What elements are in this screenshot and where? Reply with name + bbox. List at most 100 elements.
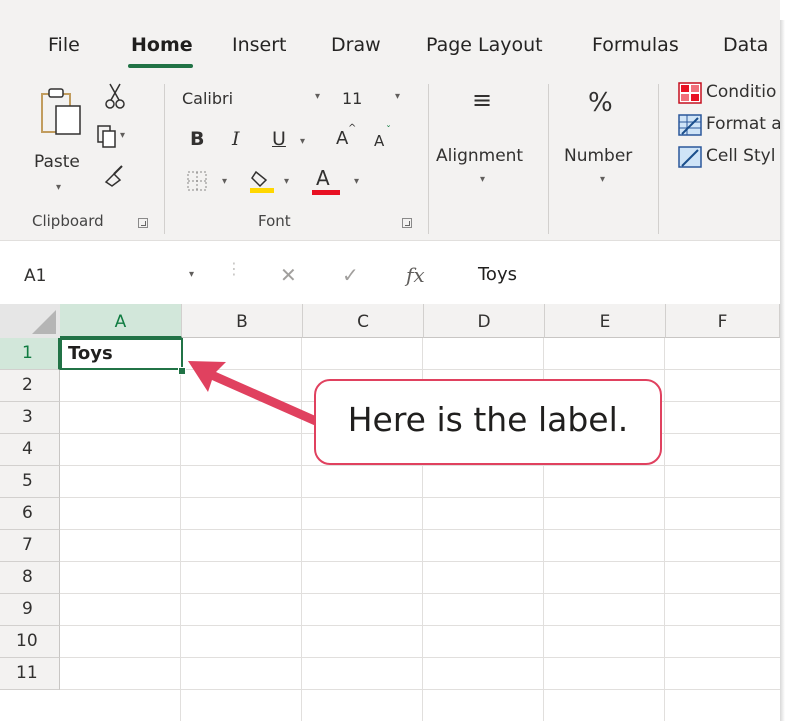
formula-input[interactable]: Toys [460, 255, 780, 291]
paste-icon [41, 88, 81, 135]
row-header-6[interactable]: 6 [0, 498, 60, 530]
font-size-select[interactable]: 11 ▾ [334, 86, 406, 112]
paste-label: Paste [34, 152, 80, 172]
fill-color-icon[interactable] [248, 166, 276, 194]
row-header-9[interactable]: 9 [0, 594, 60, 626]
underline-dropdown-icon[interactable]: ▾ [300, 136, 305, 147]
cut-icon[interactable] [104, 82, 126, 110]
tab-file[interactable]: File [48, 34, 80, 56]
cell-styles-label: Cell Styl [706, 146, 776, 166]
column-header-c[interactable]: C [303, 304, 424, 338]
format-as-table-label: Format a [706, 114, 780, 134]
bold-button[interactable]: B [190, 130, 204, 149]
tab-draw[interactable]: Draw [331, 34, 381, 56]
font-color-letter: A [316, 166, 330, 190]
chevron-down-icon: ▾ [600, 174, 606, 185]
column-header-b[interactable]: B [182, 304, 303, 338]
alignment-icon: ≡ [472, 86, 493, 114]
font-family-select[interactable]: Calibri ▾ [178, 86, 326, 112]
active-cell-a1[interactable]: Toys [60, 338, 183, 370]
conditional-formatting-label: Conditio [706, 82, 777, 102]
alignment-button[interactable]: ≡ Alignment ▾ [436, 80, 536, 195]
group-separator [658, 84, 659, 234]
cell-styles-button[interactable]: Cell Styl [678, 144, 780, 170]
format-as-table-button[interactable]: Format a [678, 112, 780, 138]
callout-box: Here is the label. [314, 379, 662, 465]
conditional-formatting-button[interactable]: Conditio [678, 80, 780, 106]
shrink-caret-icon: ˇ [386, 125, 391, 136]
excel-window: File Home Insert Draw Page Layout Formul… [0, 0, 780, 721]
group-separator [548, 84, 549, 234]
row-header-7[interactable]: 7 [0, 530, 60, 562]
row-header-3[interactable]: 3 [0, 402, 60, 434]
font-color-swatch [312, 190, 340, 195]
formula-bar-grip-icon: ⋮ [226, 259, 242, 278]
grow-caret-icon: ^ [348, 123, 357, 134]
cancel-entry-icon[interactable]: ✕ [280, 263, 297, 287]
row-header-5[interactable]: 5 [0, 466, 60, 498]
name-box-value: A1 [24, 266, 47, 286]
font-launcher-icon[interactable] [402, 218, 412, 228]
column-header-a[interactable]: A [60, 304, 182, 338]
window-shadow [780, 20, 785, 721]
borders-icon[interactable] [186, 170, 208, 192]
number-label: Number [564, 146, 633, 166]
format-as-table-icon [678, 114, 702, 136]
confirm-entry-icon[interactable]: ✓ [342, 263, 359, 287]
tab-page-layout[interactable]: Page Layout [426, 34, 543, 56]
chevron-down-icon: ▾ [188, 269, 194, 280]
callout-text: Here is the label. [347, 400, 629, 439]
chevron-down-icon: ▾ [314, 91, 320, 102]
column-header-f[interactable]: F [666, 304, 780, 338]
row-header-10[interactable]: 10 [0, 626, 60, 658]
conditional-formatting-icon [678, 82, 702, 104]
column-header-d[interactable]: D [424, 304, 545, 338]
font-color-button[interactable]: A [312, 166, 342, 196]
clipboard-launcher-icon[interactable] [138, 218, 148, 228]
row-header-4[interactable]: 4 [0, 434, 60, 466]
tab-insert[interactable]: Insert [232, 34, 287, 56]
tab-home[interactable]: Home [131, 34, 193, 56]
name-box[interactable]: A1 ▾ [20, 261, 200, 291]
cell-styles-icon [678, 146, 702, 168]
group-separator [164, 84, 165, 234]
chevron-down-icon: ▾ [394, 91, 400, 102]
chevron-down-icon: ▾ [480, 174, 486, 185]
italic-button[interactable]: I [232, 130, 240, 149]
group-separator [428, 84, 429, 234]
font-color-dropdown-icon[interactable]: ▾ [354, 176, 359, 187]
alignment-label: Alignment [436, 146, 524, 166]
formula-value: Toys [478, 264, 517, 285]
row-header-1[interactable]: 1 [0, 338, 60, 370]
worksheet-grid: A B C D E F 1 2 3 4 5 6 7 8 9 10 11 Toys [0, 304, 780, 721]
copy-icon[interactable]: ▾ [96, 124, 130, 150]
active-tab-indicator [128, 64, 193, 68]
shrink-font-button[interactable]: A [374, 134, 384, 149]
cell-a1-value: Toys [68, 343, 113, 364]
font-size-value: 11 [342, 89, 363, 108]
borders-dropdown-icon[interactable]: ▾ [222, 176, 227, 187]
formula-bar: A1 ▾ ⋮ ✕ ✓ fx Toys [0, 240, 780, 305]
percent-icon: % [588, 88, 613, 118]
insert-function-icon[interactable]: fx [406, 263, 425, 287]
grow-font-button[interactable]: A [336, 130, 348, 148]
fill-color-dropdown-icon[interactable]: ▾ [284, 176, 289, 187]
underline-button[interactable]: U [272, 130, 286, 149]
ribbon-tabs: File Home Insert Draw Page Layout Formul… [0, 0, 780, 72]
font-family-value: Calibri [182, 89, 234, 108]
tab-data[interactable]: Data [723, 34, 768, 56]
format-painter-icon[interactable] [102, 162, 128, 188]
number-button[interactable]: % Number ▾ [562, 80, 648, 195]
svg-text:▾: ▾ [120, 130, 125, 141]
paste-dropdown-icon[interactable]: ▾ [56, 182, 61, 193]
tab-formulas[interactable]: Formulas [592, 34, 679, 56]
ribbon: Paste ▾ ▾ Clipboard Calibri ▾ 11 ▾ B I U… [0, 72, 780, 240]
row-header-8[interactable]: 8 [0, 562, 60, 594]
fill-handle[interactable] [178, 367, 186, 375]
font-group-label: Font [258, 212, 291, 230]
row-header-2[interactable]: 2 [0, 370, 60, 402]
paste-button[interactable]: Paste ▾ [32, 82, 90, 193]
row-header-11[interactable]: 11 [0, 658, 60, 690]
column-header-e[interactable]: E [545, 304, 666, 338]
select-all-button[interactable] [0, 304, 61, 339]
